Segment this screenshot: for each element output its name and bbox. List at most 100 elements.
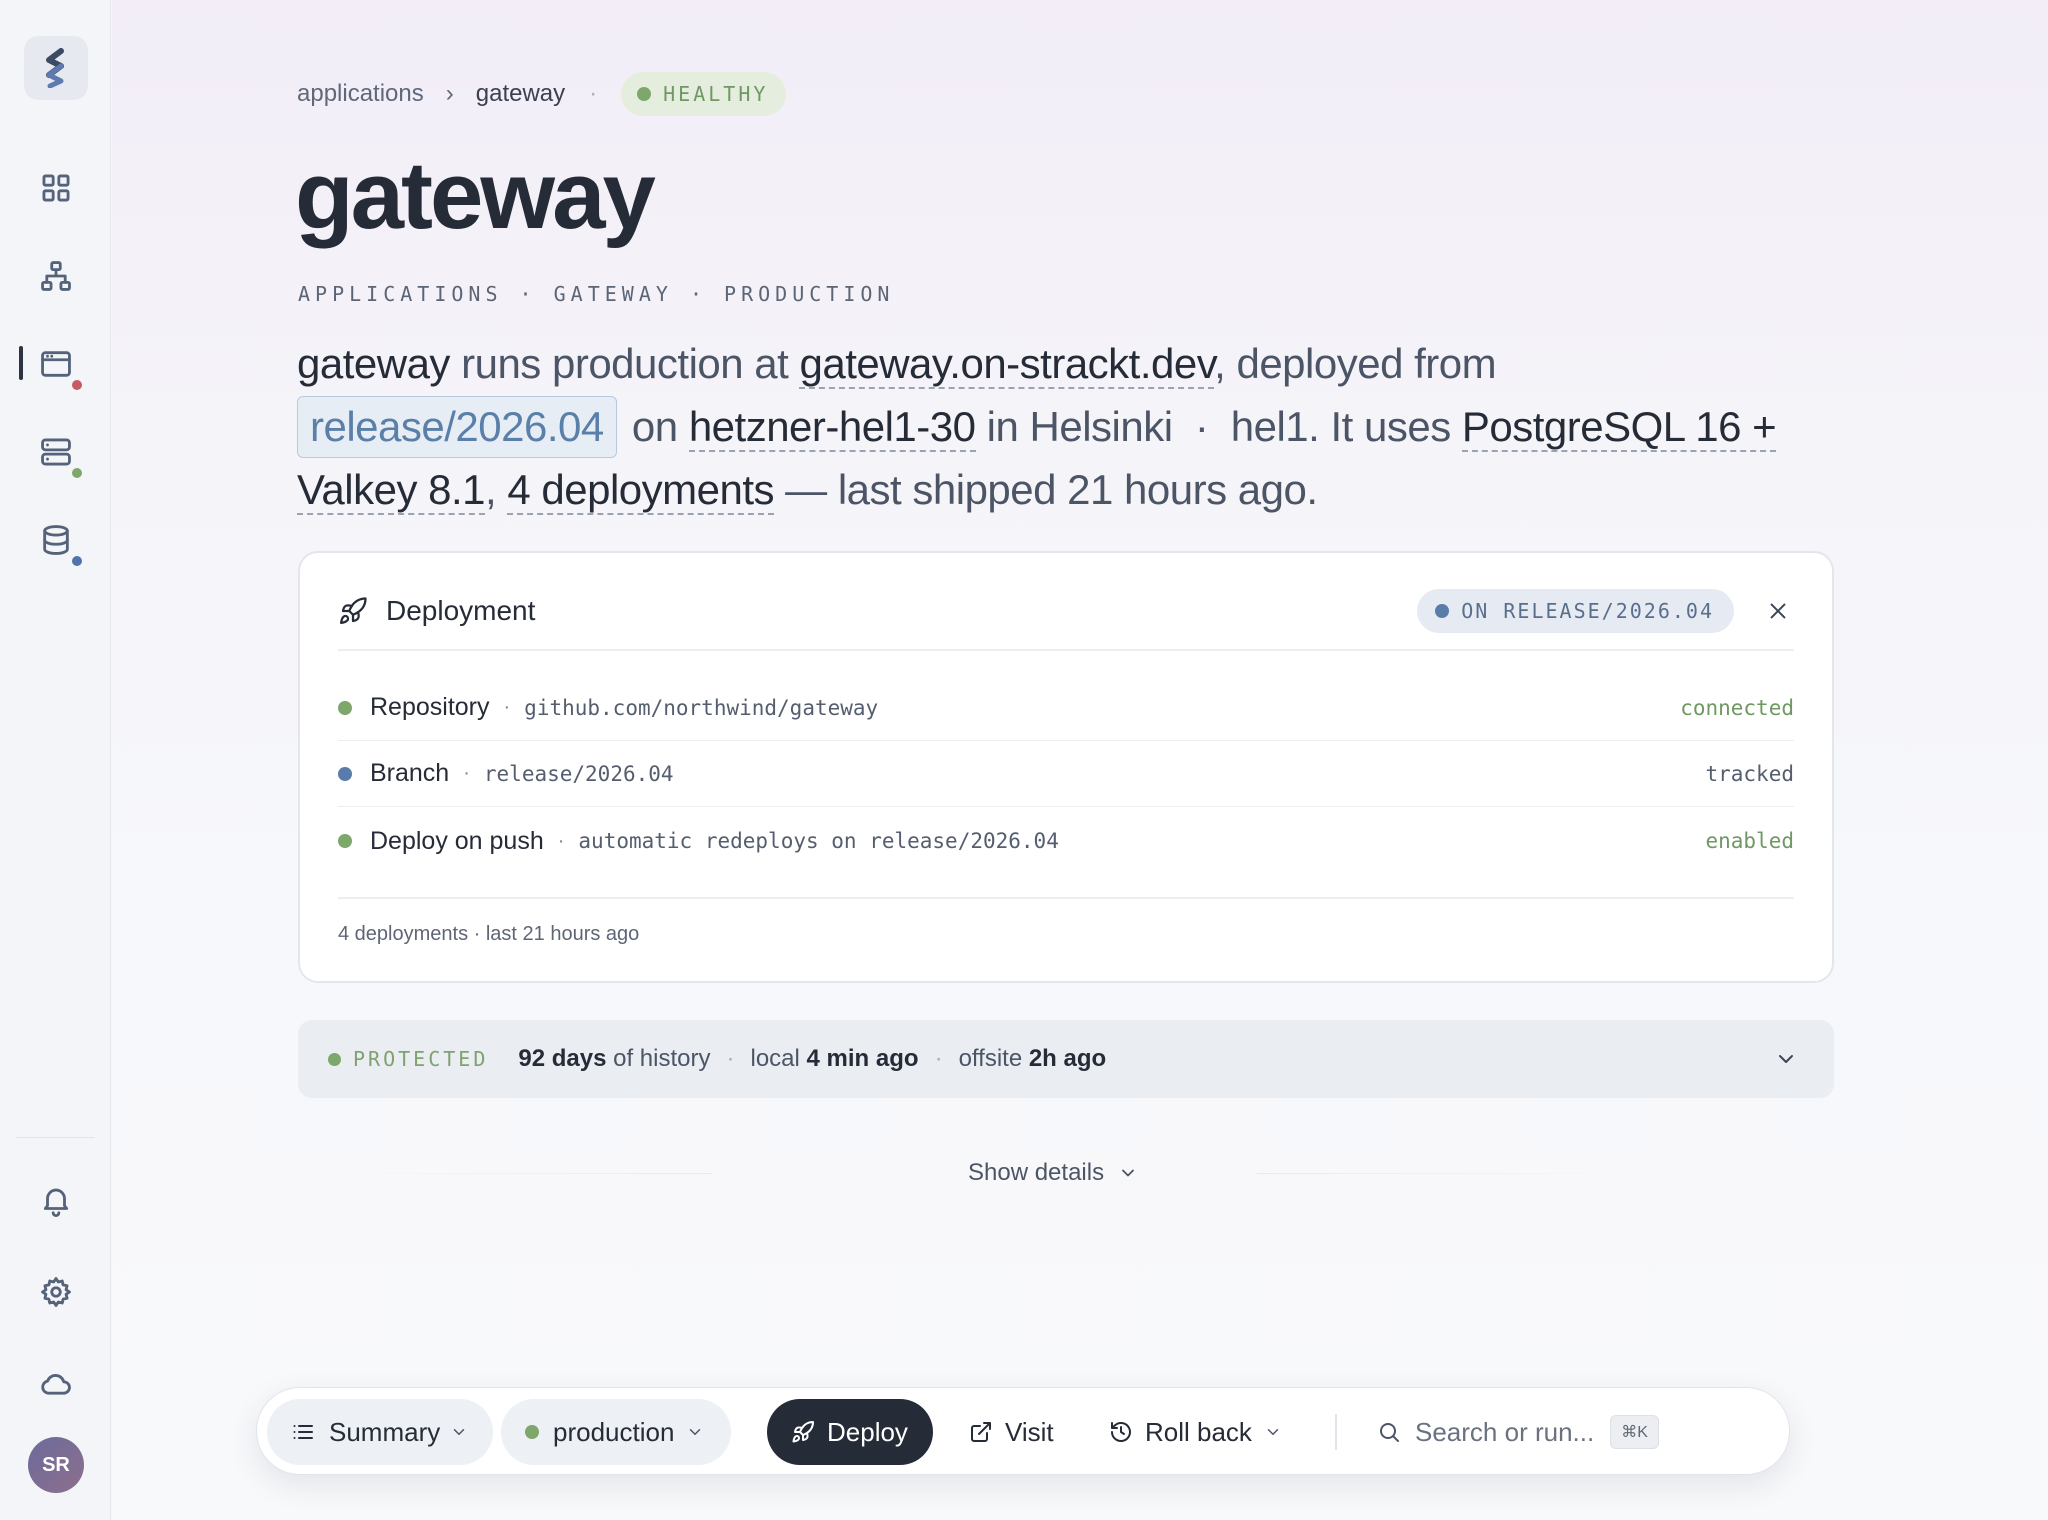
health-status-label: HEALTHY (663, 82, 769, 106)
toolbar-separator (1335, 1414, 1337, 1450)
deployment-row-repository[interactable]: Repository · github.com/northwind/gatewa… (338, 675, 1794, 741)
card-divider (338, 897, 1794, 899)
visit-button-label: Visit (1005, 1416, 1054, 1447)
nav-notifications[interactable] (36, 1180, 76, 1220)
app-logo[interactable] (24, 36, 88, 100)
server-icon (41, 438, 71, 466)
sidebar: SR (0, 0, 111, 1520)
show-details-button[interactable]: Show details (968, 1151, 1138, 1195)
summary-app-name: gateway (297, 340, 450, 387)
summary-branch-chip[interactable]: release/2026.04 (297, 396, 617, 458)
logo-icon (46, 48, 64, 88)
command-search[interactable]: Search or run... ⌘K (1357, 1399, 1777, 1465)
network-icon (41, 261, 71, 291)
row-detail: automatic redeploys on release/2026.04 (578, 829, 1059, 853)
divider-right (1257, 1173, 1657, 1174)
summary-text: — last shipped 21 hours ago. (774, 466, 1318, 513)
gear-icon (41, 1277, 71, 1307)
release-dot (1435, 604, 1450, 618)
row-separator: · (557, 829, 565, 852)
row-state: enabled (1705, 829, 1794, 853)
grid-icon (42, 174, 70, 202)
breadcrumb: applications › gateway · HEALTHY (297, 72, 787, 116)
row-state: connected (1680, 695, 1794, 720)
breadcrumb-root[interactable]: applications (297, 80, 424, 108)
deploy-button[interactable]: Deploy (767, 1399, 933, 1465)
chevron-down-icon (454, 1429, 465, 1435)
app-status-dot (70, 378, 84, 392)
chevron-down-icon[interactable] (1774, 1047, 1798, 1071)
breadcrumb-separator: › (445, 80, 454, 107)
row-label: Repository (370, 693, 490, 721)
bell-icon (43, 1188, 69, 1217)
row-separator: · (463, 762, 470, 784)
summary-server-link[interactable]: hetzner-hel1-30 (688, 403, 976, 452)
deployment-card-title: Deployment (386, 595, 536, 626)
summary-text: runs production at (449, 340, 800, 387)
local-backup-value: 4 min ago (806, 1045, 919, 1072)
summary-domain-link[interactable]: gateway.on-strackt.dev (799, 340, 1215, 389)
nav-settings[interactable] (36, 1272, 76, 1312)
history-days: 92 days (518, 1045, 607, 1072)
separator-dot: · (726, 1045, 735, 1072)
nav-applications[interactable] (36, 344, 76, 384)
rocket-icon (340, 597, 367, 624)
database-status-dot (70, 554, 84, 568)
user-avatar[interactable]: SR (28, 1437, 84, 1493)
row-state: tracked (1705, 761, 1794, 786)
chevron-down-icon (1267, 1429, 1279, 1435)
health-dot (637, 87, 652, 101)
health-status-badge: HEALTHY (621, 72, 787, 116)
row-status-dot (338, 766, 352, 781)
summary-text: on (620, 403, 689, 450)
environment-dot (525, 1425, 539, 1439)
deployment-row-branch[interactable]: Branch · release/2026.04 tracked (338, 741, 1794, 807)
summary-text: in Helsinki · hel1. It uses (975, 403, 1462, 450)
chevron-down-icon (1122, 1169, 1134, 1177)
summary-text: , (485, 466, 508, 513)
app-summary: gateway runs production at gateway.on-st… (297, 332, 1857, 521)
breadcrumb-current: gateway (475, 80, 566, 107)
list-icon (293, 1425, 313, 1439)
local-backup-label: local (750, 1045, 807, 1072)
show-details-label: Show details (968, 1159, 1105, 1186)
row-detail: github.com/northwind/gateway (524, 695, 879, 720)
nav-topology[interactable] (36, 256, 76, 296)
backup-status-bar[interactable]: PROTECTED 92 days of history · local 4 m… (298, 1020, 1834, 1098)
summary-dropdown[interactable]: Summary (267, 1399, 493, 1465)
search-placeholder: Search or run... (1415, 1416, 1595, 1447)
protected-badge: PROTECTED (353, 1047, 489, 1071)
summary-text: , deployed from (1214, 340, 1497, 387)
nav-databases[interactable] (36, 520, 76, 560)
offsite-backup-value: 2h ago (1028, 1045, 1107, 1072)
card-divider (338, 649, 1794, 651)
rollback-button-label: Roll back (1145, 1416, 1252, 1447)
row-status-dot (338, 834, 352, 848)
protected-dot (328, 1052, 341, 1066)
chevron-down-icon (690, 1429, 701, 1435)
database-icon (43, 525, 69, 555)
rollback-button[interactable]: Roll back (1097, 1399, 1297, 1465)
deployment-card-header: Deployment ON RELEASE/2026.04 (338, 581, 1794, 641)
server-status-dot (70, 466, 84, 480)
sidebar-divider (16, 1137, 95, 1138)
visit-button[interactable]: Visit (957, 1399, 1067, 1465)
release-badge: ON RELEASE/2026.04 (1417, 589, 1734, 633)
page-title: gateway (295, 142, 656, 249)
nav-servers[interactable] (36, 432, 76, 472)
history-icon (1111, 1422, 1131, 1442)
deployment-card: Deployment ON RELEASE/2026.04 Repository… (298, 551, 1834, 983)
close-button[interactable] (1762, 595, 1794, 627)
row-status-dot (338, 700, 352, 715)
main-content: applications › gateway · HEALTHY gateway… (112, 0, 2048, 1520)
summary-deployments-link[interactable]: 4 deployments (507, 466, 775, 515)
nav-dashboard[interactable] (36, 168, 76, 208)
environment-dropdown[interactable]: production (501, 1399, 731, 1465)
divider-left (312, 1173, 712, 1174)
offsite-backup-label: offsite (958, 1045, 1029, 1072)
app-window-icon (41, 351, 71, 377)
environment-dropdown-label: production (553, 1416, 675, 1447)
deployment-row-deploy-on-push[interactable]: Deploy on push · automatic redeploys on … (338, 808, 1794, 874)
row-separator: · (503, 696, 511, 718)
nav-cloud[interactable] (36, 1364, 76, 1404)
